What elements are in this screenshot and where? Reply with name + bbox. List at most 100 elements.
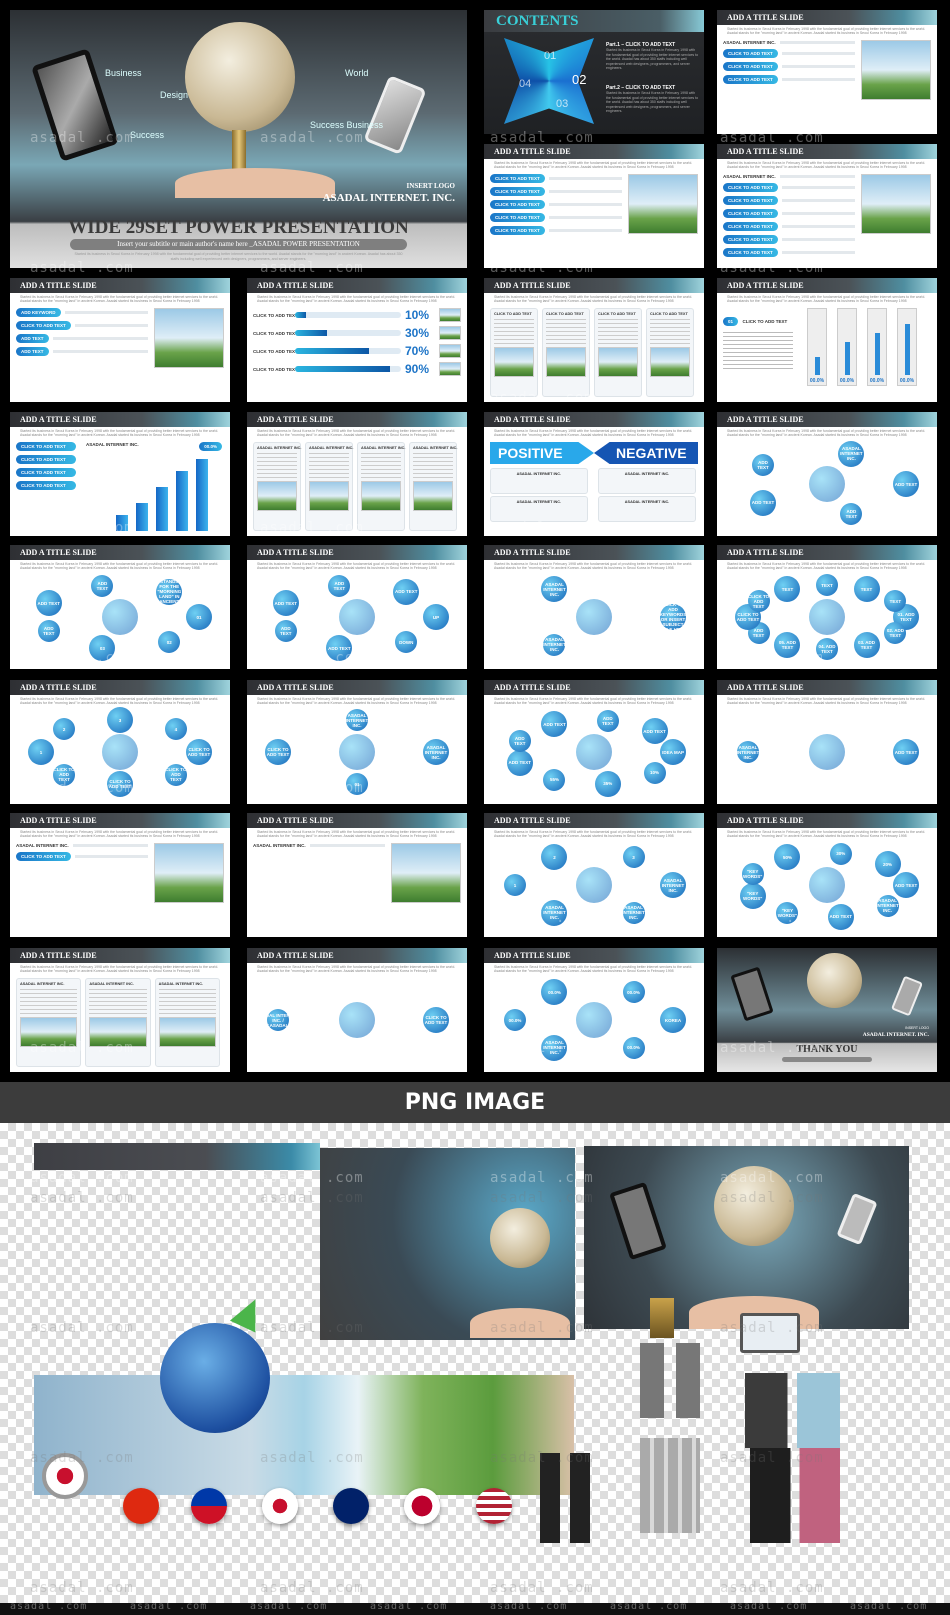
text-node[interactable]: ADD TEXT [272,590,299,617]
text-node[interactable]: 1 [503,874,526,896]
text-node[interactable]: CLICK TO ADD TEXT [164,763,187,786]
text-node[interactable]: ASADAL INTERNET INC. [346,709,368,731]
list-item[interactable]: ASADAL INTERNET INC. [253,843,385,848]
text-node[interactable]: CLICK TO ADD TEXT [107,771,133,797]
text-node[interactable]: "KEY WORDS" [741,863,764,886]
text-node[interactable]: ADD TEXT [37,619,60,642]
text-node[interactable]: CLICK TO ADD TEXT [186,739,213,765]
text-node[interactable]: 2 [53,718,76,741]
column-card[interactable]: CLICK TO ADD TEXT [542,308,590,397]
slide-thumbnail[interactable]: ADD A TITLE SLIDE Started its business in… [484,278,704,402]
text-node[interactable]: 02 [158,631,181,654]
slide-thumbnail[interactable]: ADD A TITLE SLIDE Started its business in… [484,813,704,937]
column-card[interactable]: ASADAL INTERNET INC. [85,978,151,1067]
text-node[interactable]: CLICK TO ADD KEYWORDS OR INSERT SUBJECT … [660,602,687,632]
slide-thumbnail[interactable]: ADD A TITLE SLIDE Started its business in… [247,545,467,669]
list-item[interactable]: CLICK TO ADD TEXT [490,200,622,209]
slide-thumbnail[interactable]: ADD A TITLE SLIDE Started its business in… [717,278,937,402]
column-card[interactable]: CLICK TO ADD TEXT [594,308,642,397]
part-2[interactable]: Part.2 – CLICK TO ADD TEXT Started its b… [606,85,700,118]
text-node[interactable]: 02. ADD TEXT [884,622,907,644]
slide-thumbnail[interactable]: ADD A TITLE SLIDE Started its business in… [484,680,704,804]
text-node[interactable]: 05. ADD TEXT [774,631,801,658]
list-item[interactable]: CLICK TO ADD TEXT [723,222,855,231]
text-node[interactable]: 1 [27,739,54,765]
text-node[interactable]: KOREA [660,1007,687,1033]
text-node[interactable]: 4 [164,718,187,741]
text-node[interactable]: 01 [186,604,213,630]
text-node[interactable]: ASADAL INTERNET INC. [876,894,899,917]
list-item[interactable]: CLICK TO ADD TEXT [490,187,622,196]
text-node[interactable]: CLICK TO ADD TEXT [747,590,770,612]
text-node[interactable]: 00.0% [622,1036,645,1059]
text-node[interactable]: ADD TEXT [893,739,920,765]
column-card[interactable]: ASADAL INTERNET INC. [357,442,405,531]
text-node[interactable]: ADD TEXT [328,574,351,597]
text-node[interactable]: 01 [346,773,368,795]
text-node[interactable]: ASADAL STANDS FOR THE "MORNING LAND" IN … [156,574,183,609]
text-node[interactable]: ASADAL INTERNET. INC. / WWW.ASADAL.COM [256,1009,300,1031]
list-item[interactable]: ASADAL INTERNET INC. [723,174,855,179]
list-item[interactable]: CLICK TO ADD TEXT [723,248,855,257]
slide-thumbnail[interactable]: ADD A TITLE SLIDE Started its business in… [717,545,937,669]
slide-thumbnail[interactable]: ADD A TITLE SLIDE Started its business in… [484,412,704,536]
text-node[interactable]: ADD TEXT [274,619,297,642]
text-node[interactable]: TEXT [774,576,801,603]
slide-thumbnail[interactable]: ADD A TITLE SLIDE Started its business in… [10,948,230,1072]
text-node[interactable]: 04. ADD TEXT [816,638,838,660]
list-item[interactable]: CLICK TO ADD TEXT [16,852,148,861]
column-card[interactable]: CLICK TO ADD TEXT [490,308,538,397]
list-item[interactable]: ADD TEXT [16,347,148,356]
text-node[interactable]: 55% [543,768,566,791]
text-node[interactable]: ADD TEXT [326,635,353,662]
main-title-slide[interactable]: Business Design World Success Success Bu… [10,10,467,268]
column-card[interactable]: ASADAL INTERNET INC. [154,978,220,1067]
list-item[interactable]: CLICK TO ADD TEXT [723,235,855,244]
text-node[interactable]: "KEY WORDS" [739,882,766,909]
text-node[interactable]: ADD TEXT [596,709,619,732]
text-node[interactable]: ADD TEXT [750,489,777,516]
column-card[interactable]: ASADAL INTERNET INC. [16,978,82,1067]
list-item[interactable]: CLICK TO ADD TEXT [723,196,855,205]
text-node[interactable]: ADD TEXT [840,503,863,526]
text-node[interactable]: ADD TEXT [506,749,533,776]
text-node[interactable]: 00.0% [622,981,645,1004]
slide-thumbnail[interactable]: ADD A TITLE SLIDE Started its business in… [247,680,467,804]
slide-thumbnail[interactable]: ADD A TITLE SLIDE Started its business in… [717,813,937,937]
text-node[interactable]: ADD TEXT [893,471,920,497]
thank-you-slide[interactable]: INSERT LOGO ASADAL INTERNET. INC. THANK … [717,948,937,1072]
text-node[interactable]: 10% [643,761,666,784]
text-node[interactable]: ASADAL INTERNET INC. [541,1034,568,1061]
text-node[interactable]: ADD TEXT [35,590,62,617]
slide-thumbnail[interactable]: ADD A TITLE SLIDE Started its business in… [484,948,704,1072]
column-card[interactable]: ASADAL INTERNET INC. [409,442,457,531]
text-node[interactable]: ADD TEXT [827,903,854,930]
list-item[interactable]: CLICK TO ADD TEXT [490,226,622,235]
text-node[interactable]: ASADAL INTERNET INC. [543,633,566,656]
column-card[interactable]: ASADAL INTERNET INC. [253,442,301,531]
text-node[interactable]: CLICK TO ADD TEXT [53,763,76,786]
text-node[interactable]: ASADAL INTERNET INC. [660,872,687,898]
text-node[interactable]: ADD TEXT [893,872,920,898]
list-item[interactable]: CLICK TO ADD TEXT [16,321,148,330]
slide-thumbnail[interactable]: ADD A TITLE SLIDE Started its business in… [247,412,467,536]
text-node[interactable]: ADD TEXT [752,454,775,477]
text-node[interactable]: ASADAL INTERNET INC. [423,739,450,765]
text-node[interactable]: 00.0% [503,1009,526,1031]
text-node[interactable]: 00.0% [541,979,568,1006]
text-node[interactable]: TEXT [816,574,838,596]
slide-thumbnail[interactable]: ADD A TITLE SLIDE Started its business in… [10,278,230,402]
slide-thumbnail[interactable]: ADD A TITLE SLIDE Started its business in… [717,144,937,268]
list-item[interactable]: CLICK TO ADD TEXT [490,174,622,183]
text-node[interactable]: DOWN [395,631,418,654]
list-item[interactable]: CLICK TO ADD TEXT [723,62,855,71]
slide-thumbnail[interactable]: ADD A TITLE SLIDE Started its business in… [10,412,230,536]
slide-thumbnail[interactable]: ADD A TITLE SLIDE Started its business in… [10,545,230,669]
text-node[interactable]: 03 [89,635,116,662]
text-node[interactable]: 30% [829,842,852,865]
text-node[interactable]: 2 [541,844,568,871]
slide-thumbnail[interactable]: ADD A TITLE SLIDE Started its business in… [717,10,937,134]
slide-thumbnail[interactable]: ADD A TITLE SLIDE Started its business in… [247,278,467,402]
list-item[interactable]: CLICK TO ADD TEXT [723,75,855,84]
column-card[interactable]: CLICK TO ADD TEXT [646,308,694,397]
